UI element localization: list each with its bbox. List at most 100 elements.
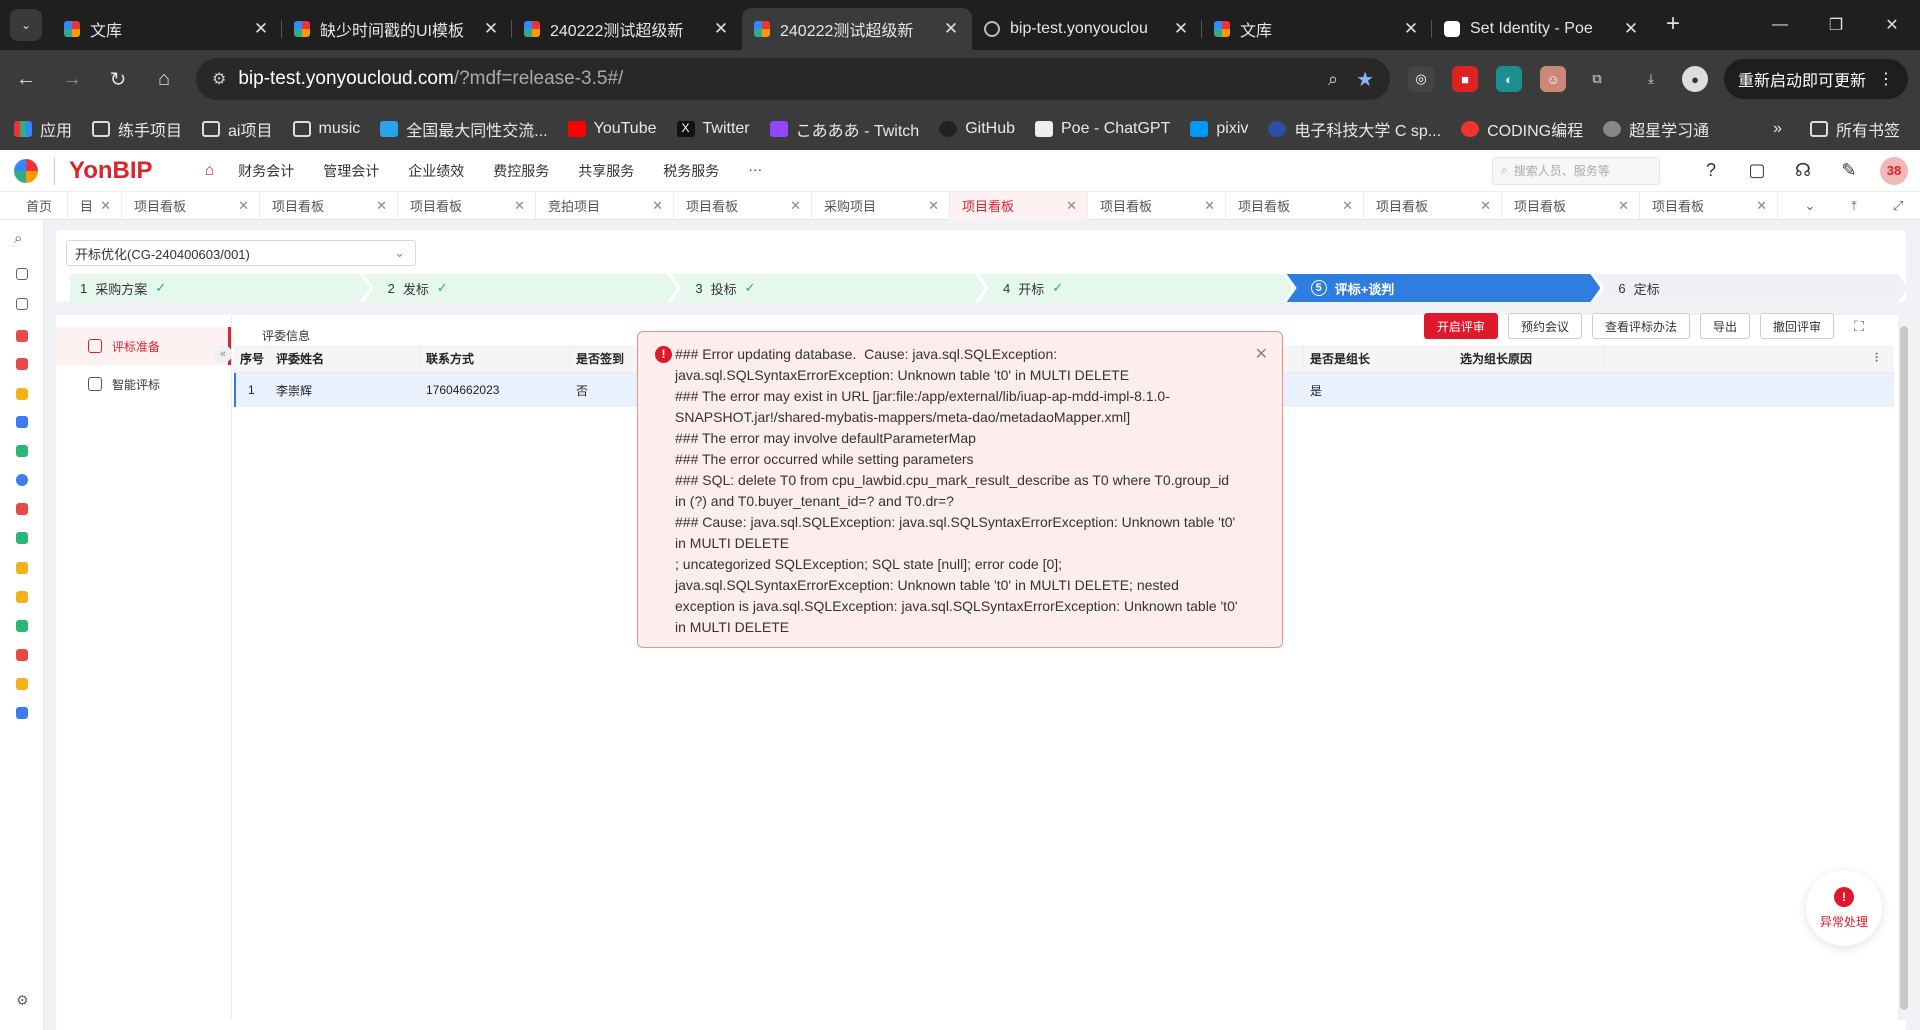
close-icon[interactable]: ✕: [100, 198, 111, 214]
start-review-button[interactable]: 开启评审: [1423, 313, 1498, 339]
close-icon[interactable]: ✕: [1255, 344, 1268, 365]
collapse-icon[interactable]: «: [214, 345, 232, 363]
database-nav-icon[interactable]: [16, 474, 28, 486]
bookmark-poe[interactable]: Poe - ChatGPT: [1035, 120, 1170, 138]
bookmark-twitter[interactable]: X Twitter: [676, 120, 750, 138]
home-icon[interactable]: ⌂: [205, 162, 215, 180]
browser-tab-4-active[interactable]: 240222测试超级新 ✕: [742, 8, 972, 50]
folder-nav-icon[interactable]: [16, 268, 28, 280]
menu-item[interactable]: 企业绩效: [408, 161, 464, 181]
bookmark-github[interactable]: GitHub: [939, 120, 1015, 138]
help-icon[interactable]: ?: [1688, 160, 1734, 181]
app-nav-icon[interactable]: [16, 416, 28, 428]
step-6[interactable]: 6 定标: [1594, 274, 1908, 302]
close-icon[interactable]: ✕: [1342, 198, 1353, 214]
menu-item[interactable]: 财务会计: [238, 161, 294, 181]
address-bar[interactable]: ⚙ bip-test.yonyoucloud.com/?mdf=release-…: [196, 58, 1390, 100]
app-nav-icon[interactable]: [16, 388, 28, 400]
global-search-input[interactable]: ⌕ 搜索人员、服务等: [1492, 156, 1660, 185]
cart-nav-icon[interactable]: [16, 678, 28, 690]
zoom-icon[interactable]: ⌕: [1328, 69, 1338, 90]
export-button[interactable]: 导出: [1699, 313, 1750, 339]
page-tab[interactable]: 采购项目 ✕: [812, 191, 950, 220]
column-header[interactable]: 序号: [234, 345, 270, 372]
settings-icon[interactable]: ⚙: [16, 992, 29, 1009]
edit-icon[interactable]: ✎: [1826, 160, 1872, 181]
page-tab[interactable]: 项目看板 ✕: [398, 191, 536, 220]
page-tab[interactable]: 项目看板 ✕: [1226, 191, 1364, 220]
view-method-button[interactable]: 查看评标办法: [1591, 313, 1690, 339]
column-header[interactable]: 是否是组长: [1304, 345, 1454, 372]
bookmarks-overflow-icon[interactable]: »: [1773, 120, 1782, 138]
bookmark-twitch[interactable]: こあああ - Twitch: [769, 117, 919, 141]
column-header[interactable]: 评委姓名: [270, 345, 420, 372]
new-tab-icon[interactable]: +: [1666, 10, 1680, 38]
bookmark-coding[interactable]: CODING编程: [1461, 117, 1583, 141]
logo[interactable]: YonBIP: [14, 156, 153, 185]
close-icon[interactable]: ✕: [1756, 198, 1767, 214]
bookmark-pixiv[interactable]: pixiv: [1190, 120, 1248, 138]
bookmark-link[interactable]: 电子科技大学 C sp...: [1268, 117, 1441, 141]
restore-icon[interactable]: ❐: [1808, 15, 1864, 35]
page-tab[interactable]: 项目看板 ✕: [1502, 191, 1640, 220]
back-icon[interactable]: ←: [6, 59, 46, 99]
close-icon[interactable]: ✕: [252, 19, 270, 39]
app-nav-icon[interactable]: [16, 445, 28, 457]
close-icon[interactable]: ✕: [942, 19, 960, 39]
app-nav-icon[interactable]: [16, 358, 28, 370]
bookmark-chaoxing[interactable]: 超星学习通: [1603, 117, 1709, 141]
close-icon[interactable]: ✕: [1622, 19, 1640, 39]
step-1[interactable]: 1 采购方案 ✓: [70, 274, 370, 302]
step-2[interactable]: 2 发标 ✓: [364, 274, 678, 302]
column-header[interactable]: 选为组长原因: [1454, 345, 1604, 372]
browser-tab-5[interactable]: bip-test.yonyouclou ✕: [972, 8, 1202, 50]
page-tab[interactable]: 项目看板 ✕: [1364, 191, 1502, 220]
close-icon[interactable]: ✕: [482, 19, 500, 39]
extension-swirl-icon[interactable]: ◐: [1496, 66, 1522, 92]
cart-nav-icon[interactable]: [16, 591, 28, 603]
close-icon[interactable]: ✕: [652, 198, 663, 214]
close-icon[interactable]: ✕: [1480, 198, 1491, 214]
column-settings-icon[interactable]: ⫶: [1875, 351, 1894, 366]
page-tab[interactable]: 目 ✕: [68, 191, 122, 220]
expand-icon[interactable]: ⤢: [1876, 198, 1920, 214]
book-meeting-button[interactable]: 预约会议: [1507, 313, 1582, 339]
update-button[interactable]: 重新启动即可更新 ⋮: [1724, 59, 1909, 99]
side-nav-item-smart-review[interactable]: 智能评标: [56, 365, 231, 403]
home-icon[interactable]: ⌂: [144, 59, 184, 99]
grid-nav-icon[interactable]: [16, 707, 28, 719]
menu-more[interactable]: ···: [748, 161, 762, 181]
close-icon[interactable]: ✕: [712, 19, 730, 39]
app-nav-icon[interactable]: [16, 649, 28, 661]
upload-icon[interactable]: ⤒: [1832, 198, 1876, 214]
close-icon[interactable]: ✕: [1618, 198, 1629, 214]
close-icon[interactable]: ✕: [1172, 19, 1190, 39]
bookmark-folder[interactable]: music: [292, 120, 360, 138]
extension-glasses-icon[interactable]: ◎: [1408, 66, 1434, 92]
message-icon[interactable]: ▢: [1734, 160, 1780, 181]
bookmark-star-icon[interactable]: ★: [1356, 67, 1374, 92]
menu-item[interactable]: 税务服务: [663, 161, 719, 181]
browser-tab-2[interactable]: 缺少时间戳的UI模板 ✕: [282, 8, 512, 50]
step-4[interactable]: 4 开标 ✓: [979, 274, 1293, 302]
chat-nav-icon[interactable]: [16, 298, 28, 310]
page-tab[interactable]: 项目看板 ✕: [674, 191, 812, 220]
project-select[interactable]: 开标优化(CG-240400603/001) ⌄: [66, 240, 416, 266]
bookmark-youtube[interactable]: YouTube: [567, 120, 657, 138]
chevron-down-icon[interactable]: ⌄: [1788, 198, 1832, 214]
extension-face-icon[interactable]: ☺: [1540, 66, 1566, 92]
close-icon[interactable]: ✕: [1066, 198, 1077, 214]
all-bookmarks[interactable]: 所有书签: [1809, 117, 1900, 141]
app-nav-icon[interactable]: [16, 620, 28, 632]
close-icon[interactable]: ✕: [514, 198, 525, 214]
side-nav-item-review-prep[interactable]: 评标准备: [56, 327, 231, 365]
page-tab[interactable]: 项目看板 ✕: [1640, 191, 1778, 220]
page-tab[interactable]: 项目看板 ✕: [122, 191, 260, 220]
browser-tab-6[interactable]: 文库 ✕: [1202, 8, 1432, 50]
minimize-icon[interactable]: —: [1752, 16, 1808, 34]
menu-item[interactable]: 管理会计: [323, 161, 379, 181]
browser-tab-1[interactable]: 文库 ✕: [52, 8, 282, 50]
page-tab[interactable]: 项目看板 ✕: [950, 191, 1088, 220]
extension-pdf-icon[interactable]: ■: [1452, 66, 1478, 92]
menu-item[interactable]: 费控服务: [493, 161, 549, 181]
